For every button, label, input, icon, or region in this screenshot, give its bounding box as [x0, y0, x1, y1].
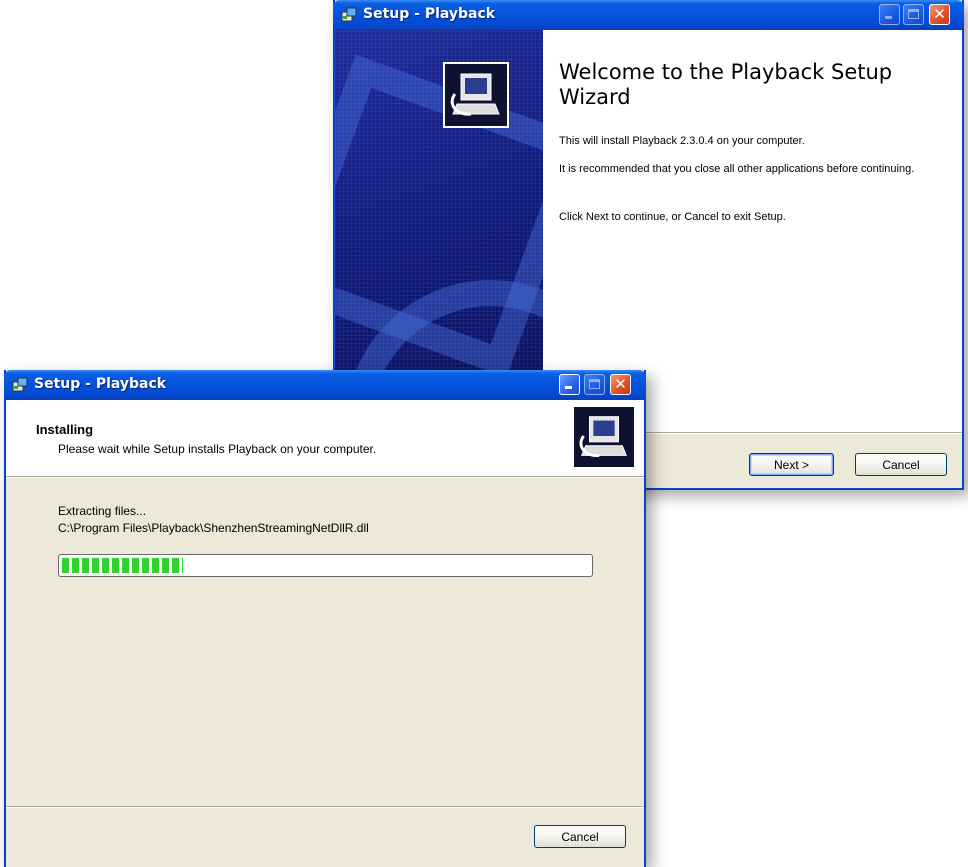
setup-app-icon: [12, 377, 28, 392]
minimize-button[interactable]: [879, 4, 900, 25]
divider: [6, 806, 644, 808]
minimize-icon: [565, 386, 572, 389]
setup-app-icon: [341, 7, 357, 22]
page-title: Installing: [36, 422, 94, 437]
close-button[interactable]: ✕: [929, 4, 950, 25]
minimize-button[interactable]: [559, 374, 580, 395]
page-subtitle: Please wait while Setup installs Playbac…: [58, 442, 377, 456]
title-bar[interactable]: Setup - Playback ✕: [333, 0, 964, 30]
installing-window: Setup - Playback ✕ Installing Please wai…: [4, 370, 646, 867]
instructions-text: Click Next to continue, or Cancel to exi…: [559, 211, 786, 223]
window-title: Setup - Playback: [34, 376, 167, 392]
computer-install-icon: [443, 62, 509, 128]
maximize-icon: [908, 9, 919, 19]
cancel-button[interactable]: Cancel: [534, 825, 626, 848]
wizard-header: [6, 400, 644, 476]
close-icon: ✕: [933, 5, 946, 23]
next-button[interactable]: Next >: [749, 453, 834, 476]
title-bar[interactable]: Setup - Playback ✕: [4, 370, 646, 400]
current-file-path: C:\Program Files\Playback\ShenzhenStream…: [58, 521, 369, 535]
computer-install-icon: [572, 405, 636, 469]
status-text: Extracting files...: [58, 504, 147, 518]
progress-fill: [62, 558, 184, 573]
maximize-button[interactable]: [903, 4, 924, 25]
close-button[interactable]: ✕: [610, 374, 631, 395]
welcome-heading: Welcome to the Playback Setup Wizard: [559, 60, 893, 109]
divider: [6, 476, 644, 478]
cancel-button[interactable]: Cancel: [855, 453, 947, 476]
minimize-icon: [885, 16, 892, 19]
window-title: Setup - Playback: [363, 6, 496, 22]
install-progress-bar: [58, 554, 593, 577]
close-icon: ✕: [614, 375, 627, 393]
recommend-text: It is recommended that you close all oth…: [559, 163, 915, 175]
install-info-text: This will install Playback 2.3.0.4 on yo…: [559, 135, 805, 147]
maximize-icon: [589, 379, 600, 389]
maximize-button[interactable]: [584, 374, 605, 395]
